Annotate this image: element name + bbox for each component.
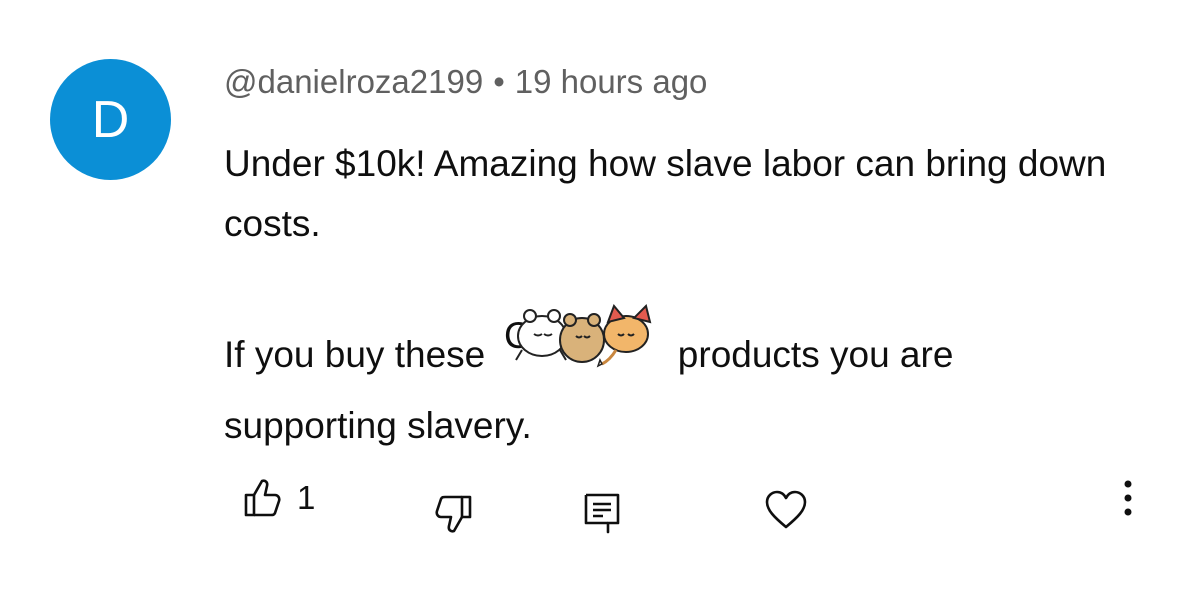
comment-body: Under $10k! Amazing how slave labor can … bbox=[224, 134, 1124, 456]
meta-separator: • bbox=[493, 63, 505, 100]
comment-paragraph-2: If you buy these C bbox=[224, 304, 1124, 456]
reply-button[interactable] bbox=[583, 492, 621, 534]
more-options-button[interactable] bbox=[1110, 478, 1146, 518]
comment-actions: 1 bbox=[0, 470, 1203, 540]
thumbs-down-icon bbox=[433, 493, 473, 533]
comment-timestamp[interactable]: 19 hours ago bbox=[515, 63, 708, 100]
dislike-button[interactable] bbox=[433, 493, 473, 533]
like-button[interactable]: 1 bbox=[243, 478, 315, 518]
avatar-letter: D bbox=[91, 90, 130, 149]
reply-comment-icon bbox=[583, 492, 621, 534]
cute-animals-sticker-icon: C bbox=[504, 292, 660, 390]
thumbs-up-icon bbox=[243, 478, 281, 518]
like-count: 1 bbox=[297, 479, 316, 516]
heart-button[interactable] bbox=[764, 490, 808, 530]
more-vertical-icon bbox=[1110, 478, 1146, 518]
author-handle[interactable]: @danielroza2199 bbox=[224, 63, 483, 100]
paragraph-2-before: If you buy these bbox=[224, 333, 486, 375]
heart-icon bbox=[764, 490, 808, 530]
avatar[interactable]: D bbox=[50, 59, 171, 180]
comment-paragraph-1: Under $10k! Amazing how slave labor can … bbox=[224, 143, 1107, 244]
comment-meta: @danielroza2199 • 19 hours ago bbox=[224, 62, 707, 102]
